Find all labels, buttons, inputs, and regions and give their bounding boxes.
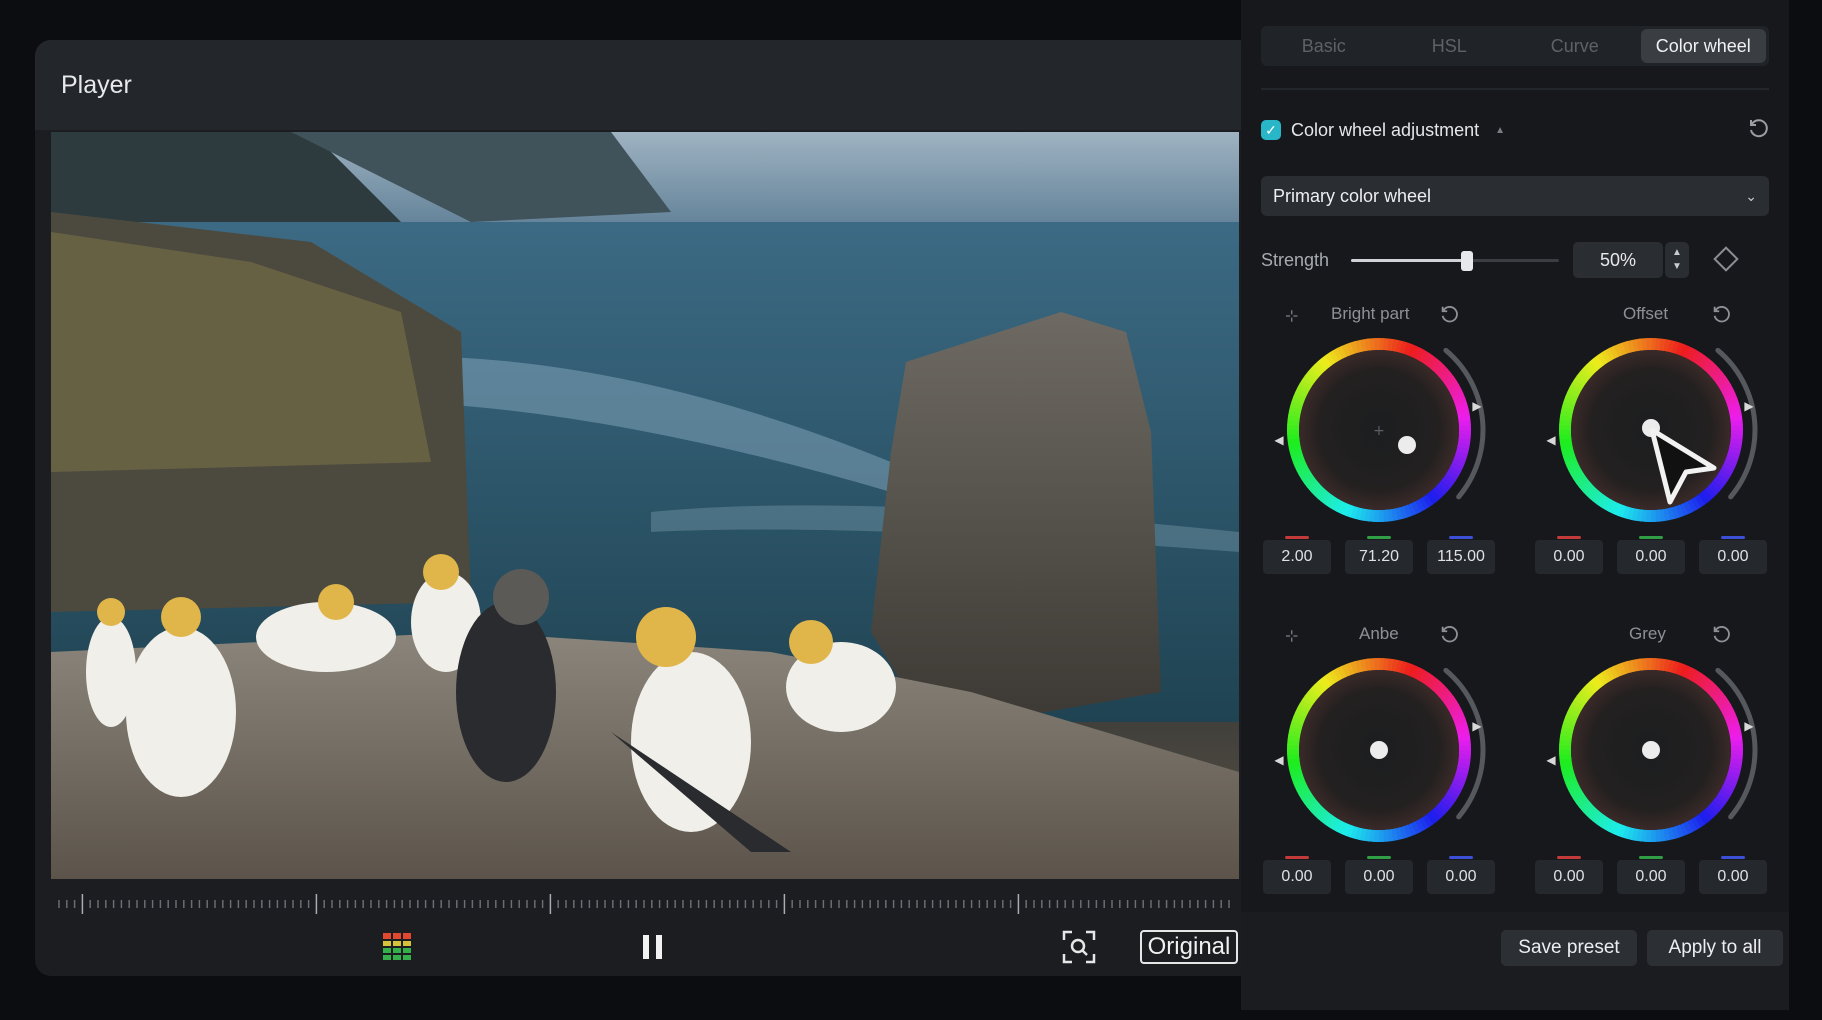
- color-wheel[interactable]: ◀▶+: [1533, 650, 1769, 850]
- wheel-bright-part: ⊹ Bright part ◀ ▶ + 2.00 71.20 115.00: [1261, 300, 1497, 574]
- timeline-ruler[interactable]: [51, 892, 1239, 916]
- pause-icon: [643, 935, 662, 959]
- red-value-input[interactable]: 0.00: [1263, 856, 1331, 894]
- strength-slider-thumb[interactable]: [1461, 251, 1474, 271]
- reset-icon[interactable]: [1711, 624, 1731, 649]
- reset-all-icon[interactable]: [1747, 117, 1769, 144]
- green-value-input[interactable]: 0.00: [1617, 856, 1685, 894]
- svg-text:◀: ◀: [1274, 753, 1284, 767]
- mouse-cursor-icon: [1649, 428, 1717, 505]
- audio-meter-icon[interactable]: [375, 925, 419, 969]
- video-frame-image: [51, 132, 1239, 879]
- red-value-input[interactable]: 0.00: [1535, 856, 1603, 894]
- strength-row: Strength 50% ▲ ▼: [1261, 240, 1769, 280]
- red-value-input[interactable]: 0.00: [1535, 536, 1603, 574]
- wheel-grey: Grey ◀▶+ 0.00 0.00 0.00: [1533, 620, 1769, 894]
- video-preview[interactable]: [51, 132, 1239, 879]
- red-value-input[interactable]: 2.00: [1263, 536, 1331, 574]
- wheel-label: Anbe: [1359, 624, 1399, 643]
- eyedropper-icon[interactable]: ⊹: [1285, 626, 1298, 646]
- svg-text:▶: ▶: [1744, 719, 1754, 733]
- strength-stepper[interactable]: ▲ ▼: [1665, 242, 1689, 278]
- blue-value-input[interactable]: 0.00: [1427, 856, 1495, 894]
- reset-icon[interactable]: [1439, 624, 1459, 649]
- green-value-input[interactable]: 0.00: [1345, 856, 1413, 894]
- blue-value-input[interactable]: 0.00: [1699, 856, 1767, 894]
- svg-text:+: +: [1373, 423, 1385, 439]
- blue-value-input[interactable]: 0.00: [1699, 536, 1767, 574]
- fullscreen-zoom-button[interactable]: [1057, 925, 1101, 969]
- green-value-input[interactable]: 0.00: [1617, 536, 1685, 574]
- blue-value-input[interactable]: 115.00: [1427, 536, 1495, 574]
- adjustment-checkbox[interactable]: ✓: [1261, 120, 1281, 140]
- panel-footer: Save preset Apply to all: [1241, 912, 1789, 1010]
- tab-hsl[interactable]: HSL: [1387, 26, 1513, 66]
- collapse-caret-icon[interactable]: ▲: [1495, 125, 1505, 136]
- svg-text:▶: ▶: [1472, 399, 1482, 413]
- wheel-label: Offset: [1623, 304, 1669, 323]
- wheel-anbe: ⊹ Anbe ◀▶+ 0.00 0.00 0.00: [1261, 620, 1497, 894]
- adjust-tabs: Basic HSL Curve Color wheel: [1261, 26, 1769, 66]
- svg-text:◀: ◀: [1546, 753, 1556, 767]
- wheel-label: Grey: [1629, 624, 1666, 643]
- chevron-down-icon: ⌄: [1745, 187, 1757, 204]
- strength-slider-fill: [1351, 259, 1468, 262]
- wheel-mode-select[interactable]: Primary color wheel ⌄: [1261, 176, 1769, 216]
- green-value-input[interactable]: 71.20: [1345, 536, 1413, 574]
- eyedropper-icon[interactable]: ⊹: [1285, 306, 1298, 326]
- adjustment-title: Color wheel adjustment: [1291, 119, 1480, 140]
- color-wheel-adjustment-header: ✓ Color wheel adjustment ▲: [1261, 114, 1769, 146]
- color-wheel[interactable]: ◀▶+: [1261, 650, 1497, 850]
- original-ratio-button[interactable]: Original: [1139, 930, 1239, 964]
- svg-text:◀: ◀: [1546, 433, 1556, 447]
- player-header: Player: [35, 40, 1255, 130]
- wheel-mode-value: Primary color wheel: [1273, 185, 1432, 206]
- reset-icon[interactable]: [1711, 304, 1731, 329]
- player-controls: Original: [35, 925, 1255, 975]
- svg-text:◀: ◀: [1274, 433, 1284, 447]
- tab-curve[interactable]: Curve: [1512, 26, 1638, 66]
- svg-text:▶: ▶: [1472, 719, 1482, 733]
- wheel-label: Bright part: [1331, 304, 1410, 323]
- tab-color-wheel[interactable]: Color wheel: [1640, 29, 1766, 63]
- svg-text:▶: ▶: [1744, 399, 1754, 413]
- tab-basic[interactable]: Basic: [1261, 26, 1387, 66]
- zoom-frame-icon: [1062, 930, 1096, 964]
- player-title: Player: [61, 70, 132, 99]
- reset-icon[interactable]: [1439, 304, 1459, 329]
- strength-slider[interactable]: [1351, 251, 1559, 271]
- pause-button[interactable]: [631, 925, 675, 969]
- strength-value-input[interactable]: 50%: [1573, 242, 1663, 278]
- keyframe-diamond-icon[interactable]: [1713, 246, 1739, 272]
- color-wheel[interactable]: ◀ ▶ +: [1261, 330, 1497, 530]
- strength-label: Strength: [1261, 249, 1330, 270]
- save-preset-button[interactable]: Save preset: [1501, 930, 1637, 966]
- divider: [1261, 88, 1769, 90]
- apply-to-all-button[interactable]: Apply to all: [1647, 930, 1783, 966]
- player-window: Player Original: [35, 40, 1255, 976]
